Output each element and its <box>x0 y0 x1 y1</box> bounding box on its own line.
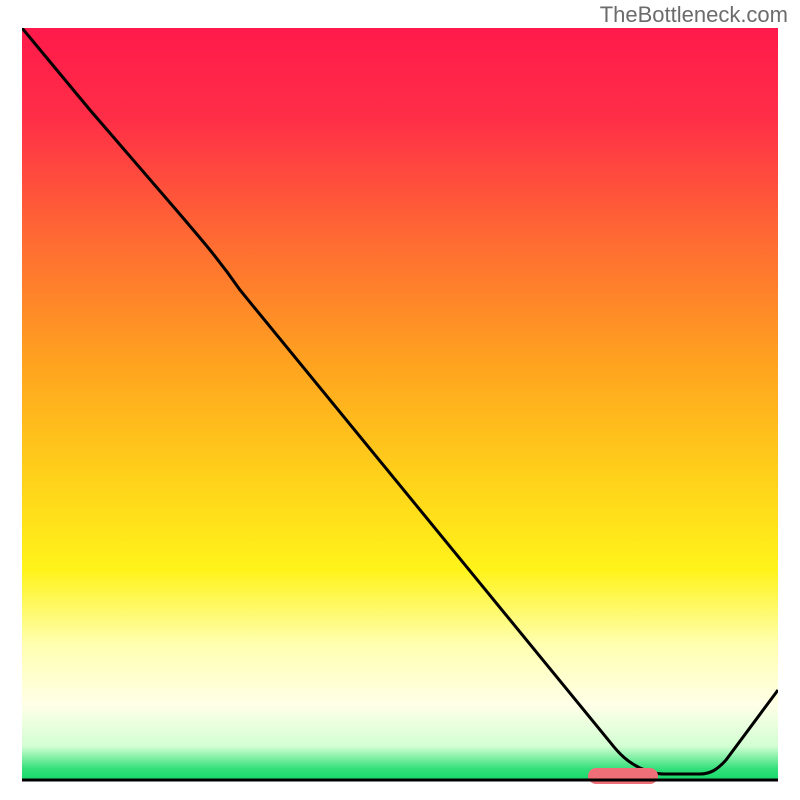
optimal-marker <box>588 768 658 784</box>
plot-background <box>22 28 778 780</box>
watermark-text: TheBottleneck.com <box>600 2 788 28</box>
chart-svg <box>0 0 800 800</box>
chart-canvas: TheBottleneck.com <box>0 0 800 800</box>
